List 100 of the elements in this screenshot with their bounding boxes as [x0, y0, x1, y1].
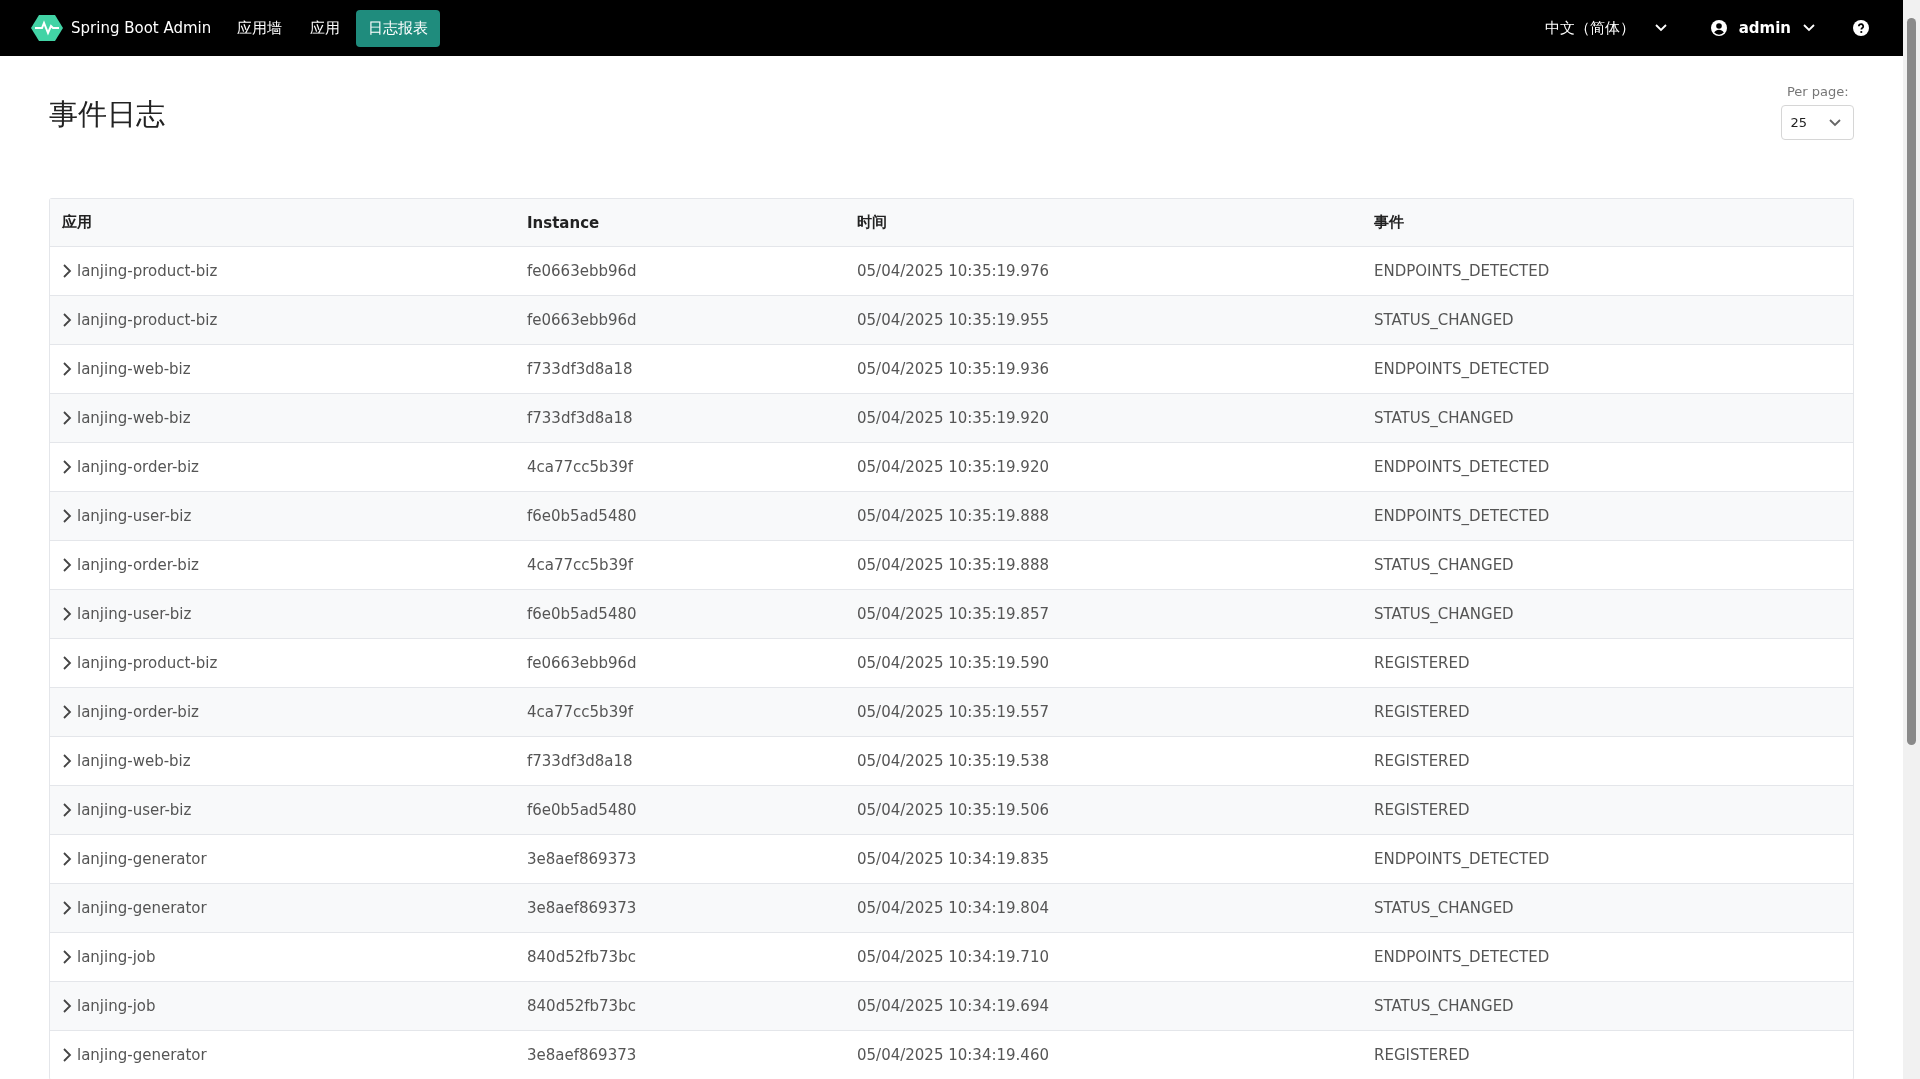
- expand-row-toggle[interactable]: lanjing-generator: [50, 850, 515, 868]
- table-cell-text: ENDPOINTS_DETECTED: [1373, 458, 1551, 476]
- expand-row-toggle[interactable]: lanjing-user-biz: [50, 801, 515, 819]
- chevron-right-icon: [62, 460, 72, 474]
- table-cell-text: f733df3d8a18: [526, 752, 634, 770]
- expand-row-toggle[interactable]: lanjing-product-biz: [50, 654, 515, 672]
- table-cell-text: f733df3d8a18: [526, 409, 634, 427]
- chevron-right-icon: [62, 901, 72, 915]
- brand-name[interactable]: Spring Boot Admin: [71, 19, 212, 37]
- chevron-right-icon: [62, 950, 72, 964]
- column-header: Instance: [526, 213, 601, 232]
- column-header: 应用: [61, 213, 93, 232]
- column-header: 事件: [1373, 213, 1405, 232]
- table-cell-text: f6e0b5ad5480: [526, 801, 638, 819]
- chevron-right-icon: [62, 999, 72, 1013]
- table-cell-text: 4ca77cc5b39f: [526, 703, 635, 721]
- table-cell-text: ENDPOINTS_DETECTED: [1373, 262, 1551, 280]
- table-cell-text: 05/04/2025 10:35:19.857: [856, 605, 1050, 623]
- help-icon[interactable]: [1853, 20, 1869, 36]
- chevron-down-icon: [1654, 24, 1667, 32]
- table-cell-text: f6e0b5ad5480: [526, 605, 638, 623]
- language-dropdown[interactable]: 中文（简体）: [1544, 18, 1667, 38]
- expand-row-toggle[interactable]: lanjing-web-biz: [50, 360, 515, 378]
- expand-row-toggle[interactable]: lanjing-web-biz: [50, 752, 515, 770]
- table-cell-text: STATUS_CHANGED: [1373, 409, 1515, 427]
- table-cell-text: 4ca77cc5b39f: [526, 458, 635, 476]
- table-cell-text: 05/04/2025 10:34:19.835: [856, 850, 1050, 868]
- chevron-right-icon: [62, 509, 72, 523]
- column-header: 时间: [856, 213, 888, 232]
- table-cell-text: 3e8aef869373: [526, 1046, 638, 1064]
- nav-link[interactable]: 应用: [298, 9, 353, 47]
- chevron-right-icon: [62, 705, 72, 719]
- user-circle-icon: [1710, 20, 1727, 36]
- expand-row-toggle[interactable]: lanjing-product-biz: [50, 311, 515, 329]
- table-cell-text: 05/04/2025 10:34:19.804: [856, 899, 1050, 917]
- expand-row-toggle[interactable]: lanjing-user-biz: [50, 605, 515, 623]
- page-title: 事件日志: [49, 96, 165, 133]
- table-cell-text: 3e8aef869373: [526, 850, 638, 868]
- table-cell-text: 05/04/2025 10:34:19.694: [856, 997, 1050, 1015]
- table-cell-text: ENDPOINTS_DETECTED: [1373, 850, 1551, 868]
- table-cell-text: 840d52fb73bc: [526, 997, 637, 1015]
- table-cell-text: REGISTERED: [1373, 801, 1471, 819]
- table-cell-text: 05/04/2025 10:34:19.710: [856, 948, 1050, 966]
- table-cell-text: fe0663ebb96d: [526, 311, 638, 329]
- table-cell-text: 3e8aef869373: [526, 899, 638, 917]
- chevron-right-icon: [62, 852, 72, 866]
- table-cell-text: ENDPOINTS_DETECTED: [1373, 507, 1551, 525]
- table-cell-text: STATUS_CHANGED: [1373, 997, 1515, 1015]
- nav-link[interactable]: 应用墙: [225, 9, 295, 47]
- chevron-down-icon: [1829, 118, 1841, 127]
- chevron-right-icon: [62, 558, 72, 572]
- expand-row-toggle[interactable]: lanjing-generator: [50, 1046, 515, 1064]
- chevron-right-icon: [62, 754, 72, 768]
- table-cell-text: STATUS_CHANGED: [1373, 556, 1515, 574]
- expand-row-toggle[interactable]: lanjing-job: [50, 997, 515, 1015]
- table-cell-text: STATUS_CHANGED: [1373, 899, 1515, 917]
- table-cell-text: ENDPOINTS_DETECTED: [1373, 360, 1551, 378]
- per-page-label: Per page:: [1786, 84, 1849, 99]
- chevron-right-icon: [62, 264, 72, 278]
- nav-link[interactable]: 日志报表: [356, 9, 441, 47]
- table-cell-text: REGISTERED: [1373, 703, 1471, 721]
- table-cell-text: fe0663ebb96d: [526, 262, 638, 280]
- table-cell-text: REGISTERED: [1373, 1046, 1471, 1064]
- table-cell-text: f733df3d8a18: [526, 360, 634, 378]
- table-cell-text: 05/04/2025 10:35:19.920: [856, 458, 1050, 476]
- expand-row-toggle[interactable]: lanjing-order-biz: [50, 556, 515, 574]
- table-cell-text: 05/04/2025 10:35:19.920: [856, 409, 1050, 427]
- heartbeat-logo-icon: [31, 14, 63, 42]
- expand-row-toggle[interactable]: lanjing-order-biz: [50, 703, 515, 721]
- table-cell-text: fe0663ebb96d: [526, 654, 638, 672]
- table-cell-text: ENDPOINTS_DETECTED: [1373, 948, 1551, 966]
- table-cell-text: 05/04/2025 10:34:19.460: [856, 1046, 1050, 1064]
- user-menu[interactable]: admin: [1710, 19, 1815, 37]
- scrollbar[interactable]: [1903, 0, 1920, 1079]
- per-page-select[interactable]: 25: [1781, 105, 1854, 140]
- chevron-down-icon: [1803, 24, 1815, 32]
- chevron-right-icon: [62, 362, 72, 376]
- chevron-right-icon: [62, 313, 72, 327]
- chevron-right-icon: [62, 1048, 72, 1062]
- table-cell-text: 05/04/2025 10:35:19.936: [856, 360, 1050, 378]
- table-cell-text: 05/04/2025 10:35:19.888: [856, 507, 1050, 525]
- table-cell-text: 05/04/2025 10:35:19.888: [856, 556, 1050, 574]
- table-cell-text: STATUS_CHANGED: [1373, 605, 1515, 623]
- table-cell-text: REGISTERED: [1373, 654, 1471, 672]
- table-cell-text: 840d52fb73bc: [526, 948, 637, 966]
- chevron-right-icon: [62, 803, 72, 817]
- expand-row-toggle[interactable]: lanjing-product-biz: [50, 262, 515, 280]
- table-cell-text: 05/04/2025 10:35:19.557: [856, 703, 1050, 721]
- expand-row-toggle[interactable]: lanjing-user-biz: [50, 507, 515, 525]
- expand-row-toggle[interactable]: lanjing-web-biz: [50, 409, 515, 427]
- chevron-right-icon: [62, 607, 72, 621]
- expand-row-toggle[interactable]: lanjing-generator: [50, 899, 515, 917]
- expand-row-toggle[interactable]: lanjing-order-biz: [50, 458, 515, 476]
- table-cell-text: f6e0b5ad5480: [526, 507, 638, 525]
- table-cell-text: 05/04/2025 10:35:19.538: [856, 752, 1050, 770]
- table-cell-text: 05/04/2025 10:35:19.506: [856, 801, 1050, 819]
- chevron-right-icon: [62, 411, 72, 425]
- expand-row-toggle[interactable]: lanjing-job: [50, 948, 515, 966]
- table-cell-text: 05/04/2025 10:35:19.590: [856, 654, 1050, 672]
- table-cell-text: 05/04/2025 10:35:19.955: [856, 311, 1050, 329]
